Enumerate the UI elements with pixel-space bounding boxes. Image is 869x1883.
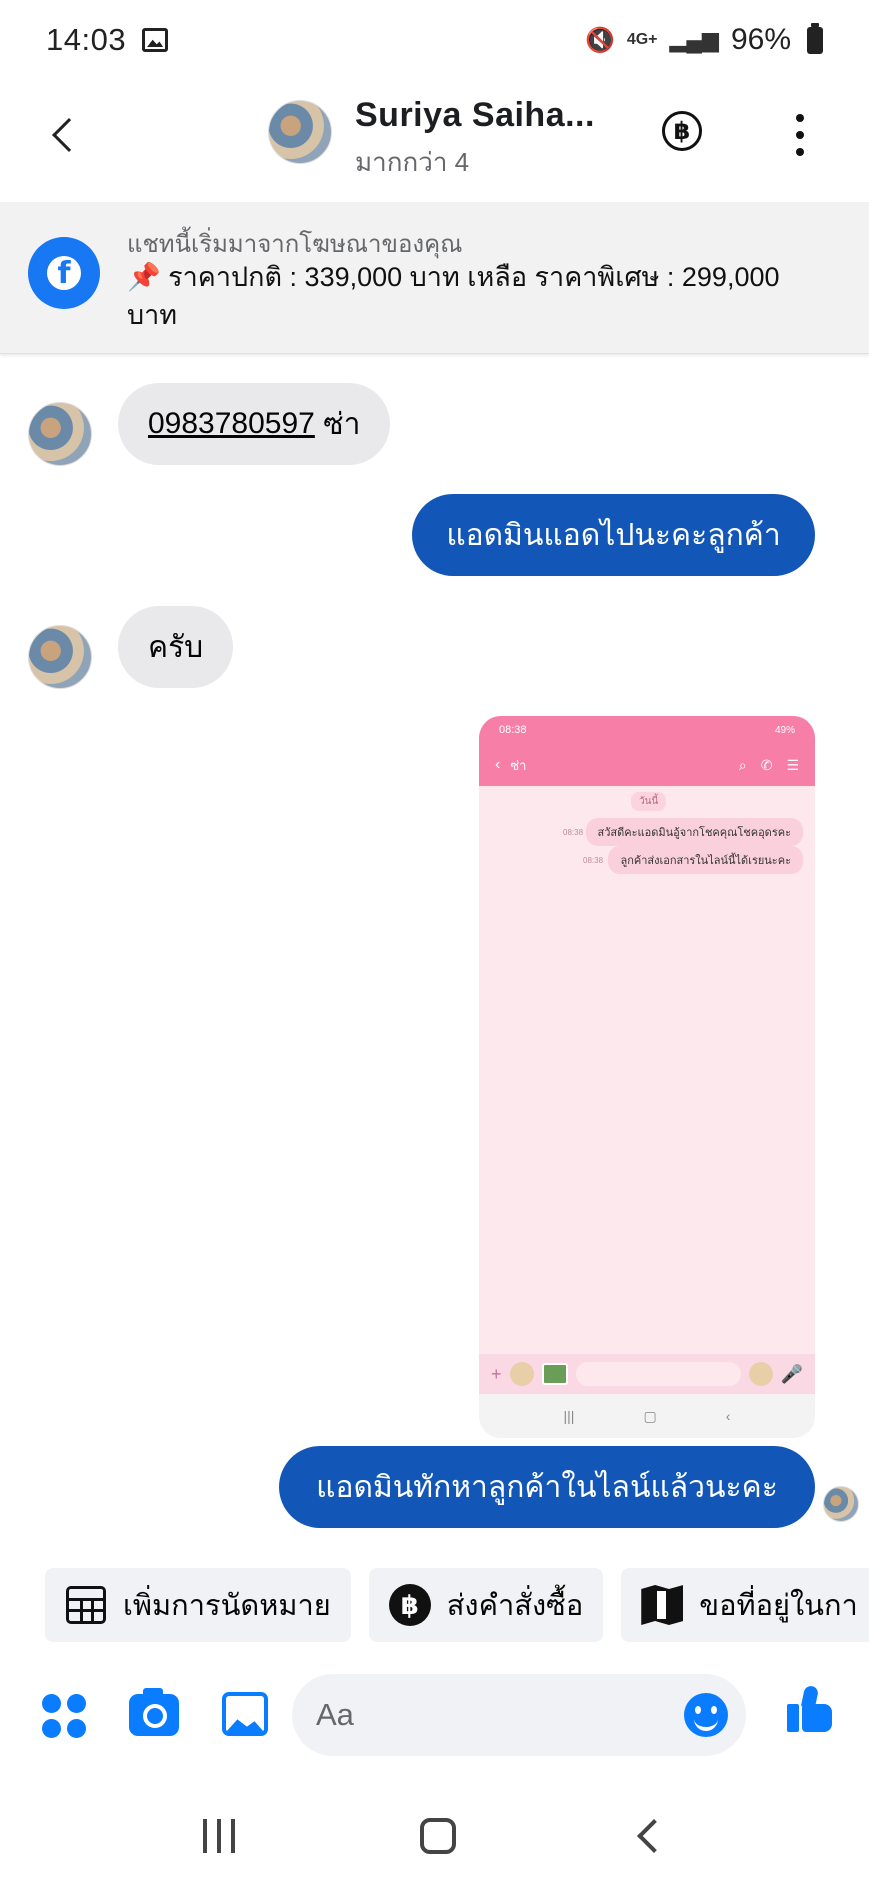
contact-avatar[interactable] xyxy=(268,100,332,164)
system-nav-bar xyxy=(0,1788,869,1883)
status-time: 14:03 xyxy=(46,22,127,57)
screenshot-emoji-icon xyxy=(748,1362,773,1386)
more-options-button[interactable] xyxy=(790,110,810,160)
battery-percent: 96% xyxy=(730,23,791,56)
screenshot-mic-icon: 🎤 xyxy=(780,1363,803,1384)
emoji-icon[interactable] xyxy=(684,1693,728,1737)
network-label: 4G+ xyxy=(626,31,658,48)
like-button[interactable] xyxy=(785,1684,835,1736)
more-dot-icon xyxy=(796,131,804,139)
pin-icon: 📌 xyxy=(127,262,161,292)
message-bubble-outgoing[interactable]: แอดมินทักหาลูกค้าในไลน์แล้วนะคะ xyxy=(279,1446,815,1528)
read-receipt-avatar xyxy=(823,1486,859,1522)
more-dot-icon xyxy=(796,114,804,122)
back-arrow-icon xyxy=(52,118,86,152)
message-input[interactable]: Aa xyxy=(292,1674,746,1756)
quick-actions-row: เพิ่มการนัดหมาย ฿ ส่งคำสั่งซื้อ ขอที่อยู… xyxy=(45,1568,869,1642)
more-dot-icon xyxy=(796,148,804,156)
message-text: แอดมินทักหาลูกค้าในไลน์แล้วนะคะ xyxy=(316,1470,778,1504)
screenshot-chat-body: วันนี้ 08:38 สวัสดีคะแอดมินอู้จากโชคคุณโ… xyxy=(479,786,815,1354)
request-address-button[interactable]: ขอที่อยู่ในกา xyxy=(621,1568,869,1642)
image-attachment[interactable]: 08:38 49% ‹ ซ่า ⌕ ✆ ☰ วันนี้ 08:38 สวัสด… xyxy=(479,716,815,1438)
screenshot-back-icon: ‹ xyxy=(495,756,501,773)
calendar-icon xyxy=(66,1586,106,1624)
chat-header: Suriya Saiha... มากกว่า 4 ฿ xyxy=(0,80,869,202)
camera-icon[interactable] xyxy=(129,1688,179,1736)
map-icon xyxy=(641,1585,684,1625)
screenshot-menu-icon: ☰ xyxy=(786,756,799,773)
add-appointment-button[interactable]: เพิ่มการนัดหมาย xyxy=(45,1568,351,1642)
send-order-button[interactable]: ฿ ส่งคำสั่งซื้อ xyxy=(368,1568,604,1642)
baht-icon: ฿ xyxy=(673,117,691,145)
screenshot-plus-icon: + xyxy=(491,1363,502,1384)
message-text: ครับ xyxy=(148,630,204,664)
message-text: แอดมินแอดไปนะคะลูกค้า xyxy=(446,518,781,552)
message-bubble-incoming[interactable]: ครับ xyxy=(118,606,234,688)
back-button[interactable] xyxy=(44,110,94,160)
screenshot-sticker-icon xyxy=(509,1362,534,1386)
phone-number-link[interactable]: 0983780597 xyxy=(148,407,315,441)
sender-avatar[interactable] xyxy=(28,625,92,689)
message-bubble-incoming[interactable]: 0983780597 ซ่า xyxy=(118,383,391,465)
mute-icon: 🔇 xyxy=(584,26,615,54)
message-bubble-outgoing[interactable]: แอดมินแอดไปนะคะลูกค้า xyxy=(412,494,815,576)
sender-avatar[interactable] xyxy=(28,402,92,466)
payment-button[interactable]: ฿ xyxy=(662,111,702,151)
contact-name[interactable]: Suriya Saiha... xyxy=(355,96,595,135)
message-input-placeholder: Aa xyxy=(316,1697,354,1732)
status-bar: 14:03 🔇 4G+ ▂▄▆ 96% xyxy=(0,0,869,80)
screenshot-call-icon: ✆ xyxy=(760,756,773,773)
ad-text: 📌 ราคาปกติ : 339,000 บาท เหลือ ราคาพิเศษ… xyxy=(127,258,827,334)
screenshot-status-bar: 08:38 49% xyxy=(479,716,815,744)
system-back-button[interactable] xyxy=(637,1818,672,1853)
message-composer: Aa xyxy=(0,1672,869,1760)
baht-icon: ฿ xyxy=(388,1584,431,1626)
facebook-logo-icon: f xyxy=(28,237,100,309)
screenshot-input-bar: + 🎤 xyxy=(479,1354,815,1394)
contact-subtitle: มากกว่า 4 xyxy=(355,147,470,177)
apps-menu-button[interactable] xyxy=(42,1694,86,1738)
screenshot-chat-header: ‹ ซ่า ⌕ ✆ ☰ xyxy=(479,744,815,786)
message-text: ซ่า xyxy=(323,407,361,441)
screenshot-image-icon xyxy=(541,1363,568,1385)
screenshot-search-icon: ⌕ xyxy=(738,756,747,773)
signal-icon: ▂▄▆ xyxy=(669,27,719,52)
battery-icon xyxy=(807,22,823,54)
thumbs-up-icon xyxy=(802,1704,832,1732)
home-button[interactable] xyxy=(420,1817,457,1854)
screenshot-nav-bar: ||| ▢ ‹ xyxy=(479,1394,815,1438)
recent-apps-button[interactable] xyxy=(202,1818,235,1853)
status-icons: 🔇 4G+ ▂▄▆ 96% xyxy=(584,22,823,57)
ad-price-text: ราคาปกติ : 339,000 บาท เหลือ ราคาพิเศษ :… xyxy=(127,262,780,330)
ad-context-banner[interactable]: f แชทนี้เริ่มมาจากโฆษณาของคุณ 📌 ราคาปกติ… xyxy=(0,202,869,354)
gallery-icon[interactable] xyxy=(222,1692,268,1736)
gallery-notification-icon xyxy=(142,28,169,52)
